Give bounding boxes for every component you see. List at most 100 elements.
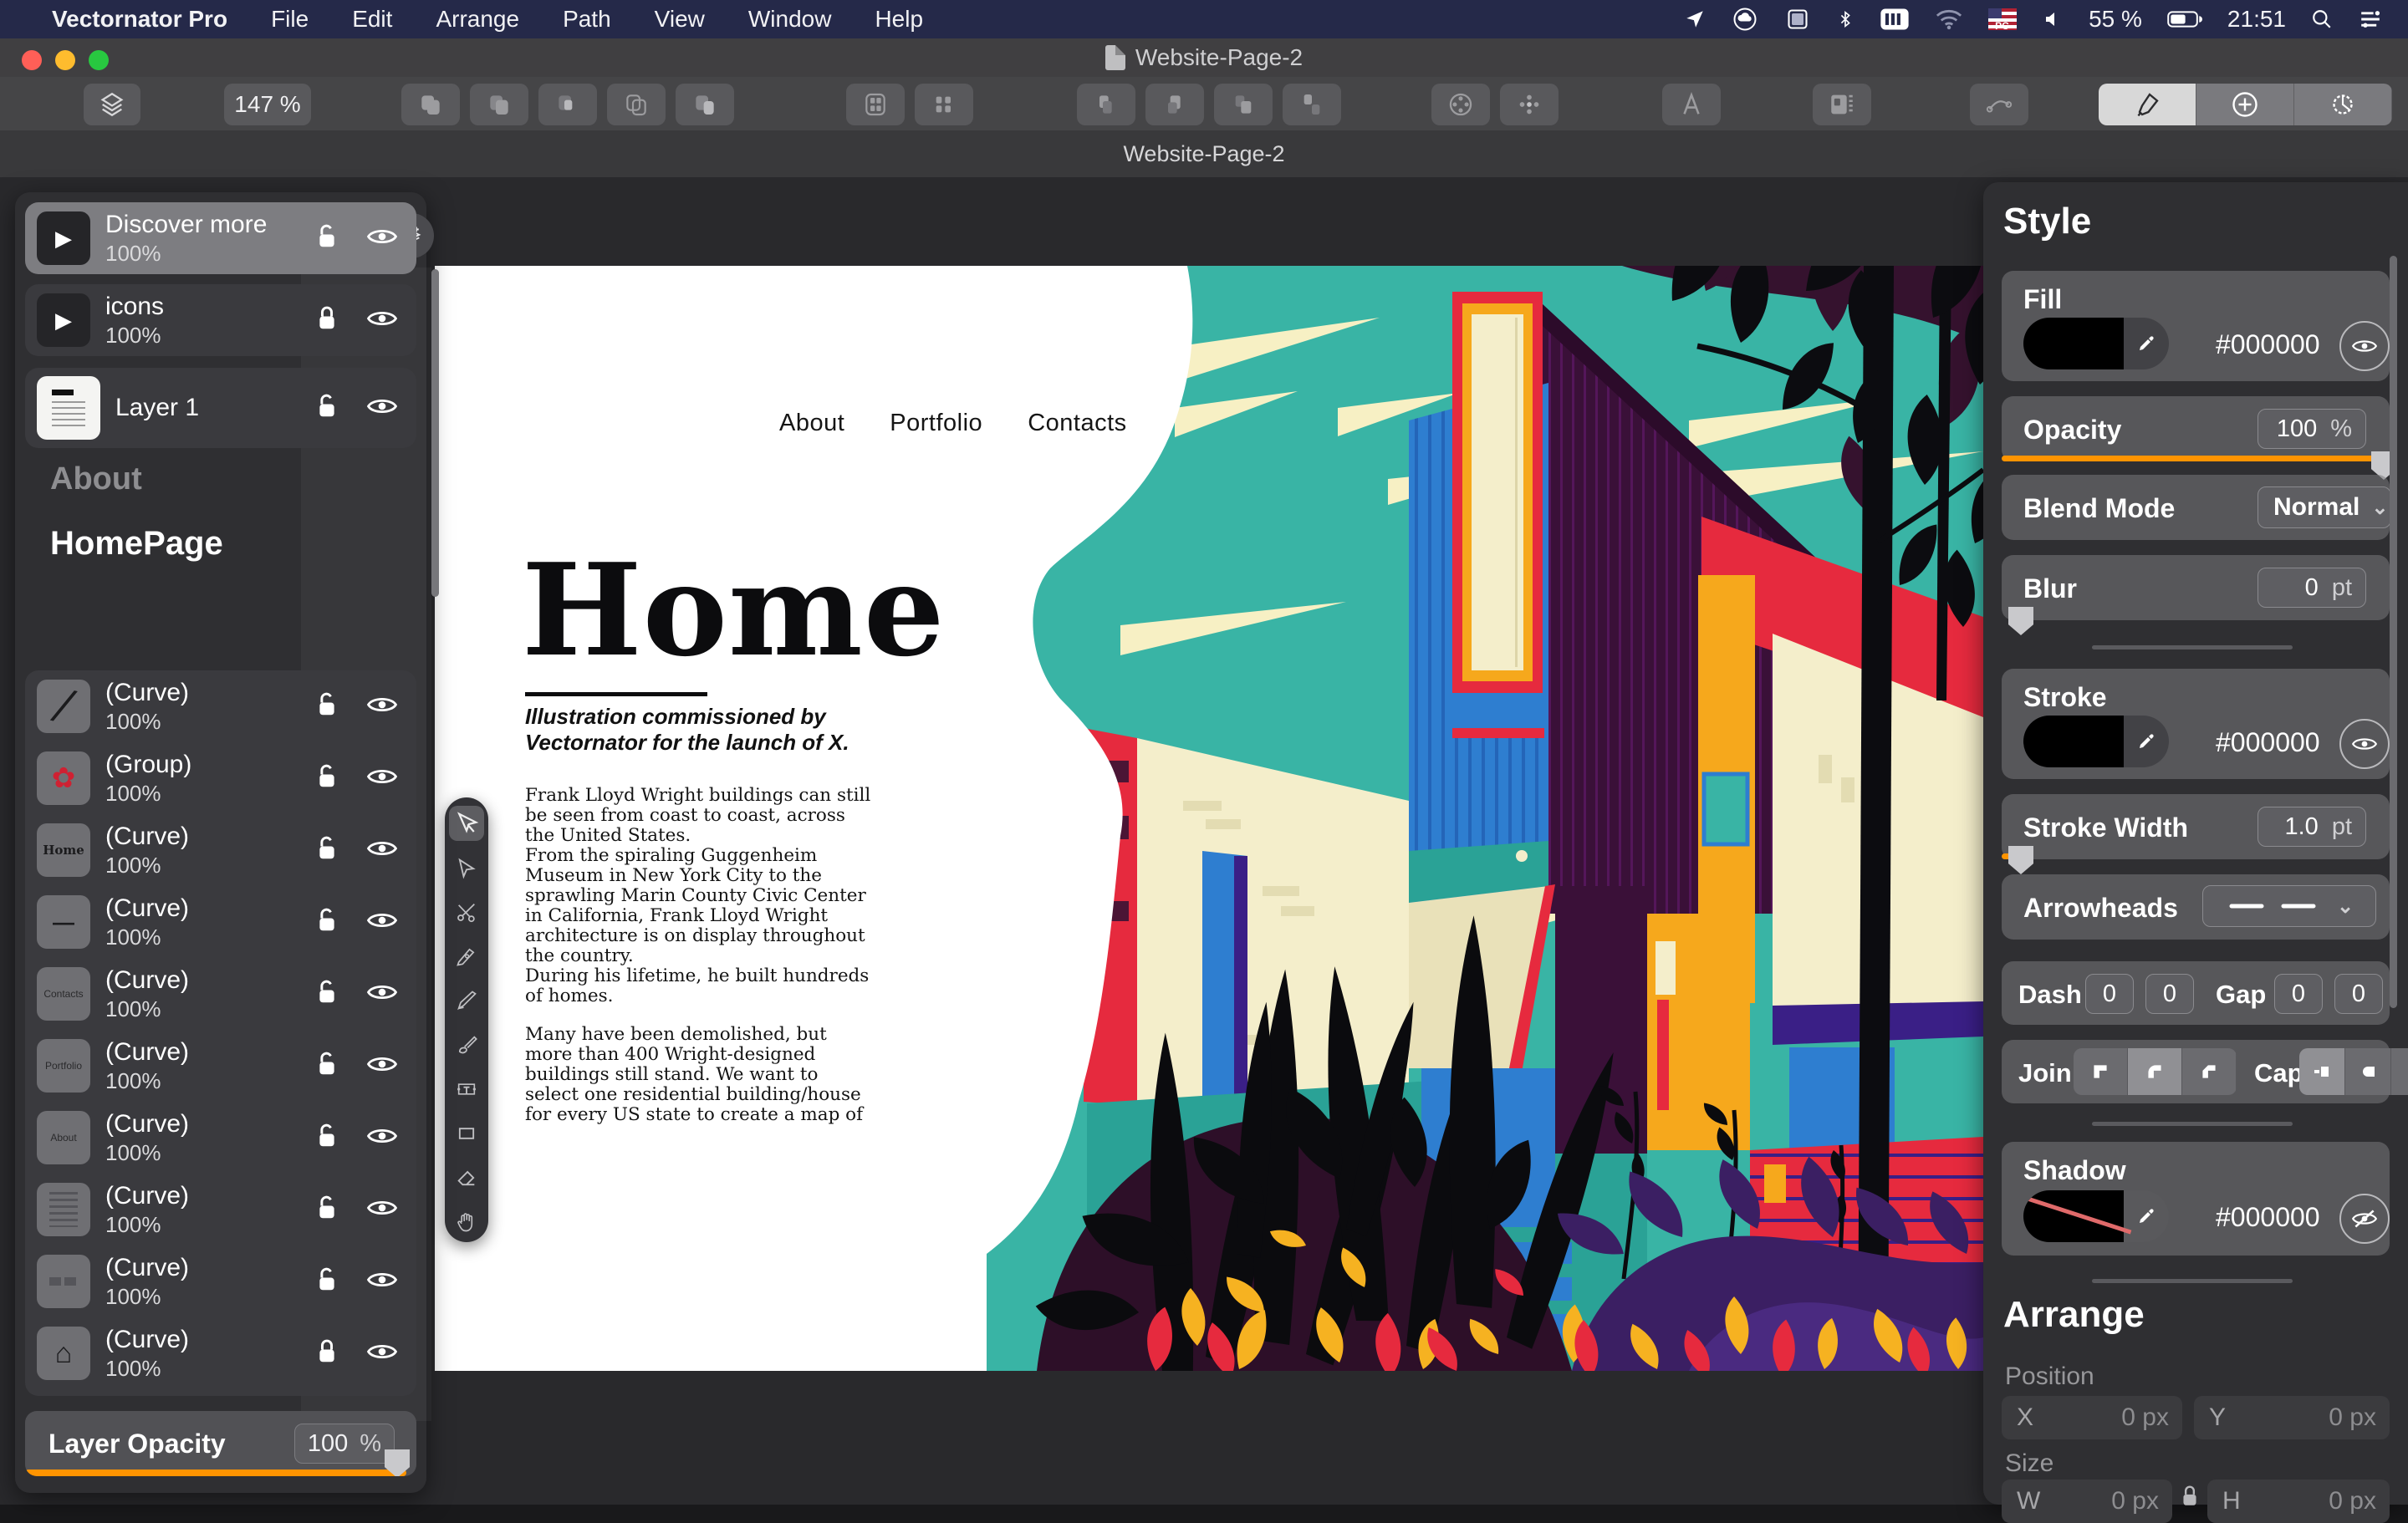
position-x-field[interactable]: X0 px <box>2002 1396 2182 1439</box>
lock-open-icon[interactable] <box>316 763 338 794</box>
cap-round-button[interactable] <box>2345 1048 2391 1095</box>
shadow-visibility-off-button[interactable] <box>2339 1194 2390 1244</box>
hand-tool[interactable] <box>449 1205 484 1240</box>
brush-tool[interactable] <box>449 1027 484 1062</box>
distribute-radial-button[interactable] <box>1431 84 1490 125</box>
gap-field-1[interactable]: 0 <box>2274 974 2323 1014</box>
layer-row[interactable]: About (Curve)100% <box>25 1102 416 1174</box>
layer-row[interactable]: ✿ (Group)100% <box>25 742 416 814</box>
align-left-button[interactable] <box>1077 84 1135 125</box>
align-right-button[interactable] <box>1214 84 1273 125</box>
cloud-icon[interactable] <box>1731 7 1759 32</box>
visibility-icon[interactable] <box>366 1269 398 1295</box>
tab-style[interactable] <box>2099 84 2196 125</box>
typography-button[interactable] <box>1662 84 1721 125</box>
selection-tool[interactable] <box>449 806 484 841</box>
menu-app-name[interactable]: Vectornator Pro <box>52 6 249 33</box>
menu-item[interactable]: File <box>249 6 330 33</box>
layers-scrollbar[interactable] <box>431 269 439 597</box>
menu-item[interactable]: Arrange <box>414 6 541 33</box>
input-source-flag[interactable]: PC <box>1988 8 2017 30</box>
search-icon[interactable] <box>2311 8 2333 30</box>
stroke-color-well[interactable] <box>2023 716 2169 767</box>
layer-row[interactable]: Home (Curve)100% <box>25 814 416 886</box>
layer-row[interactable]: ▶ icons100% <box>25 284 416 356</box>
size-w-field[interactable]: W0 px <box>2002 1480 2172 1523</box>
document-tab[interactable]: Website-Page-2 <box>1123 141 1284 167</box>
artboard[interactable]: AboutPortfolioContacts Home Illustration… <box>435 266 1983 1371</box>
lock-open-icon[interactable] <box>316 1123 338 1154</box>
lock-open-icon[interactable] <box>316 691 338 722</box>
visibility-icon[interactable] <box>366 308 398 334</box>
pencil-tool[interactable] <box>449 983 484 1018</box>
visibility-icon[interactable] <box>366 395 398 421</box>
layer-row[interactable]: (Curve)100% <box>25 1245 416 1317</box>
lock-closed-icon[interactable] <box>316 305 338 336</box>
tab-add[interactable] <box>2196 84 2294 125</box>
image-button[interactable] <box>1813 84 1871 125</box>
volume-icon[interactable] <box>2042 9 2064 29</box>
visibility-icon[interactable] <box>366 1125 398 1151</box>
layers-toggle-button[interactable] <box>84 84 140 125</box>
opacity-slider[interactable] <box>2002 456 2390 461</box>
join-miter-button[interactable] <box>2074 1048 2128 1095</box>
blur-slider-handle[interactable] <box>2008 607 2033 635</box>
join-bevel-button[interactable] <box>2182 1048 2237 1095</box>
visibility-icon[interactable] <box>366 1341 398 1367</box>
wifi-icon[interactable] <box>1935 8 1963 30</box>
cap-butt-button[interactable] <box>2299 1048 2345 1095</box>
layer-row[interactable]: ▶ Discover more100% <box>25 202 416 274</box>
illustration[interactable] <box>987 266 1983 1371</box>
lock-open-icon[interactable] <box>316 907 338 938</box>
bool-unite-button[interactable] <box>401 84 460 125</box>
visibility-icon[interactable] <box>366 694 398 720</box>
align-distribute-button[interactable] <box>1283 84 1341 125</box>
eyedropper-icon[interactable] <box>2124 1190 2169 1242</box>
layer-row[interactable]: Portfolio (Curve)100% <box>25 1030 416 1102</box>
zoom-button[interactable] <box>89 50 109 70</box>
fill-color-well[interactable] <box>2023 318 2169 369</box>
layer-row[interactable]: Layer 1 <box>25 368 416 448</box>
minimize-button[interactable] <box>55 50 75 70</box>
position-y-field[interactable]: Y0 px <box>2194 1396 2390 1439</box>
layer-row[interactable]: (Curve)100% <box>25 1174 416 1245</box>
stroke-visibility-button[interactable] <box>2339 719 2390 769</box>
arrowheads-dropdown[interactable]: ⌄ <box>2202 885 2376 927</box>
dash-field-2[interactable]: 0 <box>2145 974 2194 1014</box>
gap-field-2[interactable]: 0 <box>2334 974 2383 1014</box>
lock-open-icon[interactable] <box>316 835 338 866</box>
grid-layout-button[interactable] <box>846 84 905 125</box>
fill-visibility-button[interactable] <box>2339 321 2390 371</box>
distribute-center-button[interactable] <box>1500 84 1559 125</box>
bluetooth-icon[interactable] <box>1836 7 1854 32</box>
direct-selection-tool[interactable] <box>449 850 484 885</box>
stroke-hex[interactable]: #000000 <box>2216 727 2320 758</box>
display-icon[interactable] <box>1784 8 1811 31</box>
lock-open-icon[interactable] <box>316 393 338 424</box>
bool-intersect-button[interactable] <box>538 84 597 125</box>
menu-item[interactable]: Edit <box>330 6 414 33</box>
fill-hex[interactable]: #000000 <box>2216 329 2320 360</box>
layer-opacity-control[interactable]: Layer Opacity 100% <box>25 1411 416 1476</box>
layer-row[interactable]: ⌂ (Curve)100% <box>25 1317 416 1389</box>
eraser-tool[interactable] <box>449 1160 484 1195</box>
visibility-icon[interactable] <box>366 909 398 935</box>
lock-open-icon[interactable] <box>316 1194 338 1225</box>
location-icon[interactable] <box>1684 8 1706 30</box>
visibility-icon[interactable] <box>366 1197 398 1223</box>
eyedropper-icon[interactable] <box>2124 716 2169 767</box>
layer-opacity-field[interactable]: 100% <box>294 1424 395 1464</box>
bool-divide-button[interactable] <box>676 84 734 125</box>
close-button[interactable] <box>22 50 42 70</box>
align-center-button[interactable] <box>1145 84 1204 125</box>
lock-open-icon[interactable] <box>316 223 338 254</box>
visibility-icon[interactable] <box>366 981 398 1007</box>
menu-item[interactable]: Path <box>541 6 633 33</box>
bool-subtract-button[interactable] <box>470 84 528 125</box>
blur-field[interactable]: 0pt <box>2258 568 2366 608</box>
layer-row[interactable]: — (Curve)100% <box>25 886 416 958</box>
stroke-width-slider-handle[interactable] <box>2008 846 2033 874</box>
style-scrollbar[interactable] <box>2390 256 2397 1008</box>
eyedropper-icon[interactable] <box>2124 318 2169 369</box>
dash-field-1[interactable]: 0 <box>2085 974 2134 1014</box>
